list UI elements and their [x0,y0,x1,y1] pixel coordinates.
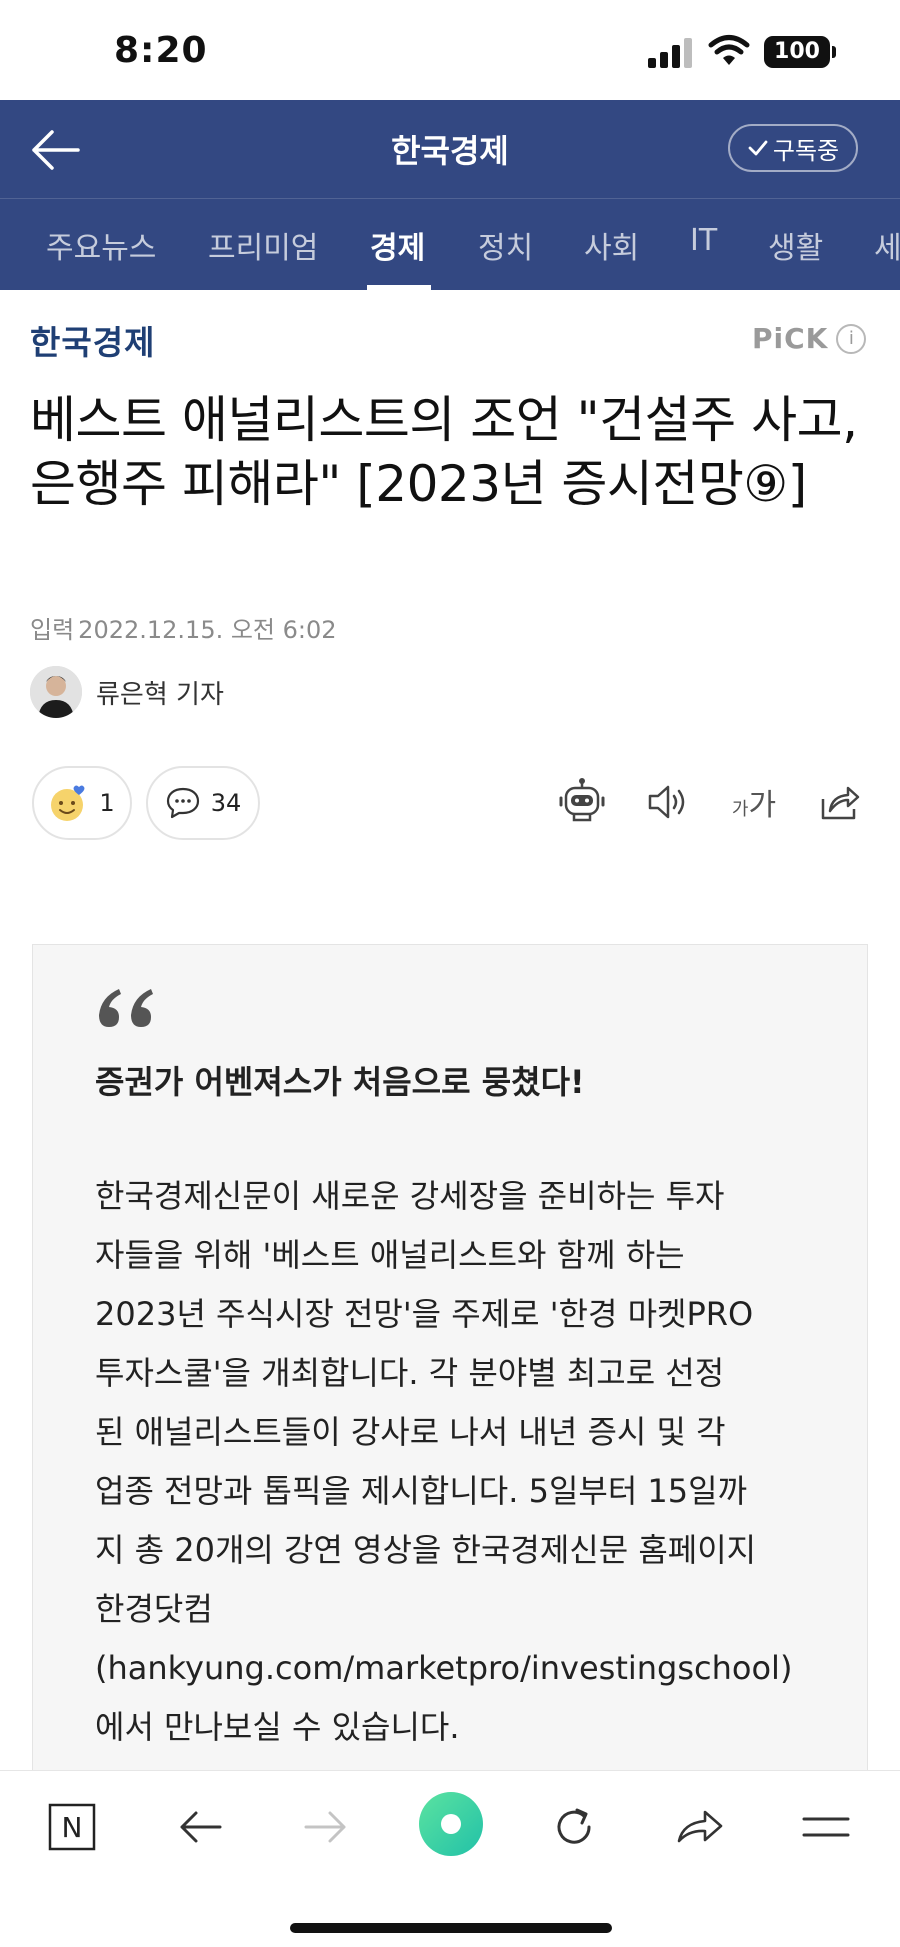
menu-icon [802,1817,850,1837]
reporter-name: 류은혁 기자 [96,679,224,710]
naver-label: N [62,1811,83,1844]
comment-count: 34 [210,789,242,817]
wifi-icon [708,35,750,65]
forward-arrow-icon [304,1811,346,1843]
comment-icon [166,787,199,819]
refresh-button[interactable] [544,1797,604,1857]
reporter[interactable]: 류은혁 기자 [30,666,224,718]
subscribe-button[interactable]: 구독중 [728,124,858,172]
article-date: 입력 2022.12.15. 오전 6:02 [30,610,337,645]
active-tab-underline [367,285,431,290]
font-size-small: 가 [731,799,749,820]
status-time: 8:20 [114,30,208,71]
back-arrow-icon [180,1811,222,1843]
browser-back-button[interactable] [170,1797,230,1857]
menu-button[interactable] [796,1797,856,1857]
reporter-photo-icon [30,666,82,718]
robot-icon [559,778,605,822]
date-label: 입력 [30,616,75,644]
info-icon[interactable]: i [836,323,867,354]
tab-economy[interactable]: 경제 [370,223,425,267]
summary-line: 2023년 주식시장 전망'을 주제로 '한경 마켓PRO [95,1295,754,1333]
subscribe-label: 구독중 [772,136,840,165]
summary-bot-button[interactable] [554,774,610,830]
tab-main-news[interactable]: 주요뉴스 [46,223,156,267]
battery-icon: 100 [764,36,830,68]
battery-tip [832,46,836,58]
pick-label: PiCK [752,322,829,355]
cellular-signal-icon [648,38,692,68]
home-indicator [290,1923,612,1933]
naver-home-button[interactable]: N [42,1797,102,1857]
summary-line: 된 애널리스트들이 강사로 나서 내년 증시 및 각 [95,1413,726,1451]
share-arrow-icon [677,1810,723,1843]
summary-line: 투자스쿨'을 개최합니다. 각 분야별 최고로 선정 [95,1354,725,1392]
share-icon [821,786,860,820]
green-dot-icon [419,1792,483,1856]
font-size-icon: 가가 [732,780,776,824]
tab-politics[interactable]: 정치 [478,223,533,267]
summary-body: 한국경제신문이 새로운 강세장을 준비하는 투자 자들을 위해 '베스트 애널리… [95,1167,815,1757]
reaction-button[interactable]: 1 [32,766,132,840]
status-bar: 8:20 100 [0,0,900,100]
refresh-icon [557,1808,591,1844]
avatar [30,666,82,718]
tab-it[interactable]: IT [690,223,717,258]
tab-society[interactable]: 사회 [584,223,639,267]
category-tabs: 주요뉴스 프리미엄 경제 정치 사회 IT 생활 세 [0,198,900,290]
press-logo[interactable]: 한국경제 [30,316,155,364]
green-dot-button[interactable] [418,1791,484,1857]
date-value: 2022.12.15. 오전 6:02 [78,616,337,644]
browser-share-button[interactable] [670,1797,730,1857]
browser-forward-button[interactable] [296,1797,356,1857]
bottom-toolbar: N [0,1770,900,1947]
article-title: 베스트 애널리스트의 조언 "건설주 사고, 은행주 피해라" [2023년 증… [30,391,858,513]
article-summary-box: 증권가 어벤져스가 처음으로 뭉쳤다! 한국경제신문이 새로운 강세장을 준비하… [32,944,868,1784]
app-header: 한국경제 구독중 [0,100,900,198]
font-size-button[interactable]: 가가 [726,774,782,830]
summary-line: 한국경제신문이 새로운 강세장을 준비하는 투자 [95,1177,725,1215]
speaker-icon [648,785,685,819]
tab-life[interactable]: 생활 [768,223,823,267]
share-button[interactable] [812,774,868,830]
quote-icon [99,989,153,1027]
summary-line: 업종 전망과 톱픽을 제시합니다. 5일부터 15일까 [95,1472,748,1510]
pick-badge[interactable]: PiCK i [752,322,867,355]
summary-line: 자들을 위해 '베스트 애널리스트와 함께 하는 [95,1236,685,1274]
summary-line: 한경닷컴 [95,1590,213,1628]
tab-world[interactable]: 세 [874,223,900,267]
summary-line: 지 총 20개의 강연 영상을 한국경제신문 홈페이지 [95,1531,757,1569]
summary-line: 에서 만나보실 수 있습니다. [95,1708,460,1746]
summary-heading: 증권가 어벤져스가 처음으로 뭉쳤다! [95,1063,585,1101]
reaction-count: 1 [99,789,115,817]
smile-emoji-icon [51,785,85,821]
tab-premium[interactable]: 프리미엄 [208,223,318,267]
tts-button[interactable] [640,774,696,830]
summary-line: (hankyung.com/marketpro/investingschool) [95,1649,793,1687]
check-icon [748,140,768,156]
font-size-large: 가 [748,788,777,823]
comment-button[interactable]: 34 [146,766,260,840]
naver-n-icon: N [48,1803,96,1851]
